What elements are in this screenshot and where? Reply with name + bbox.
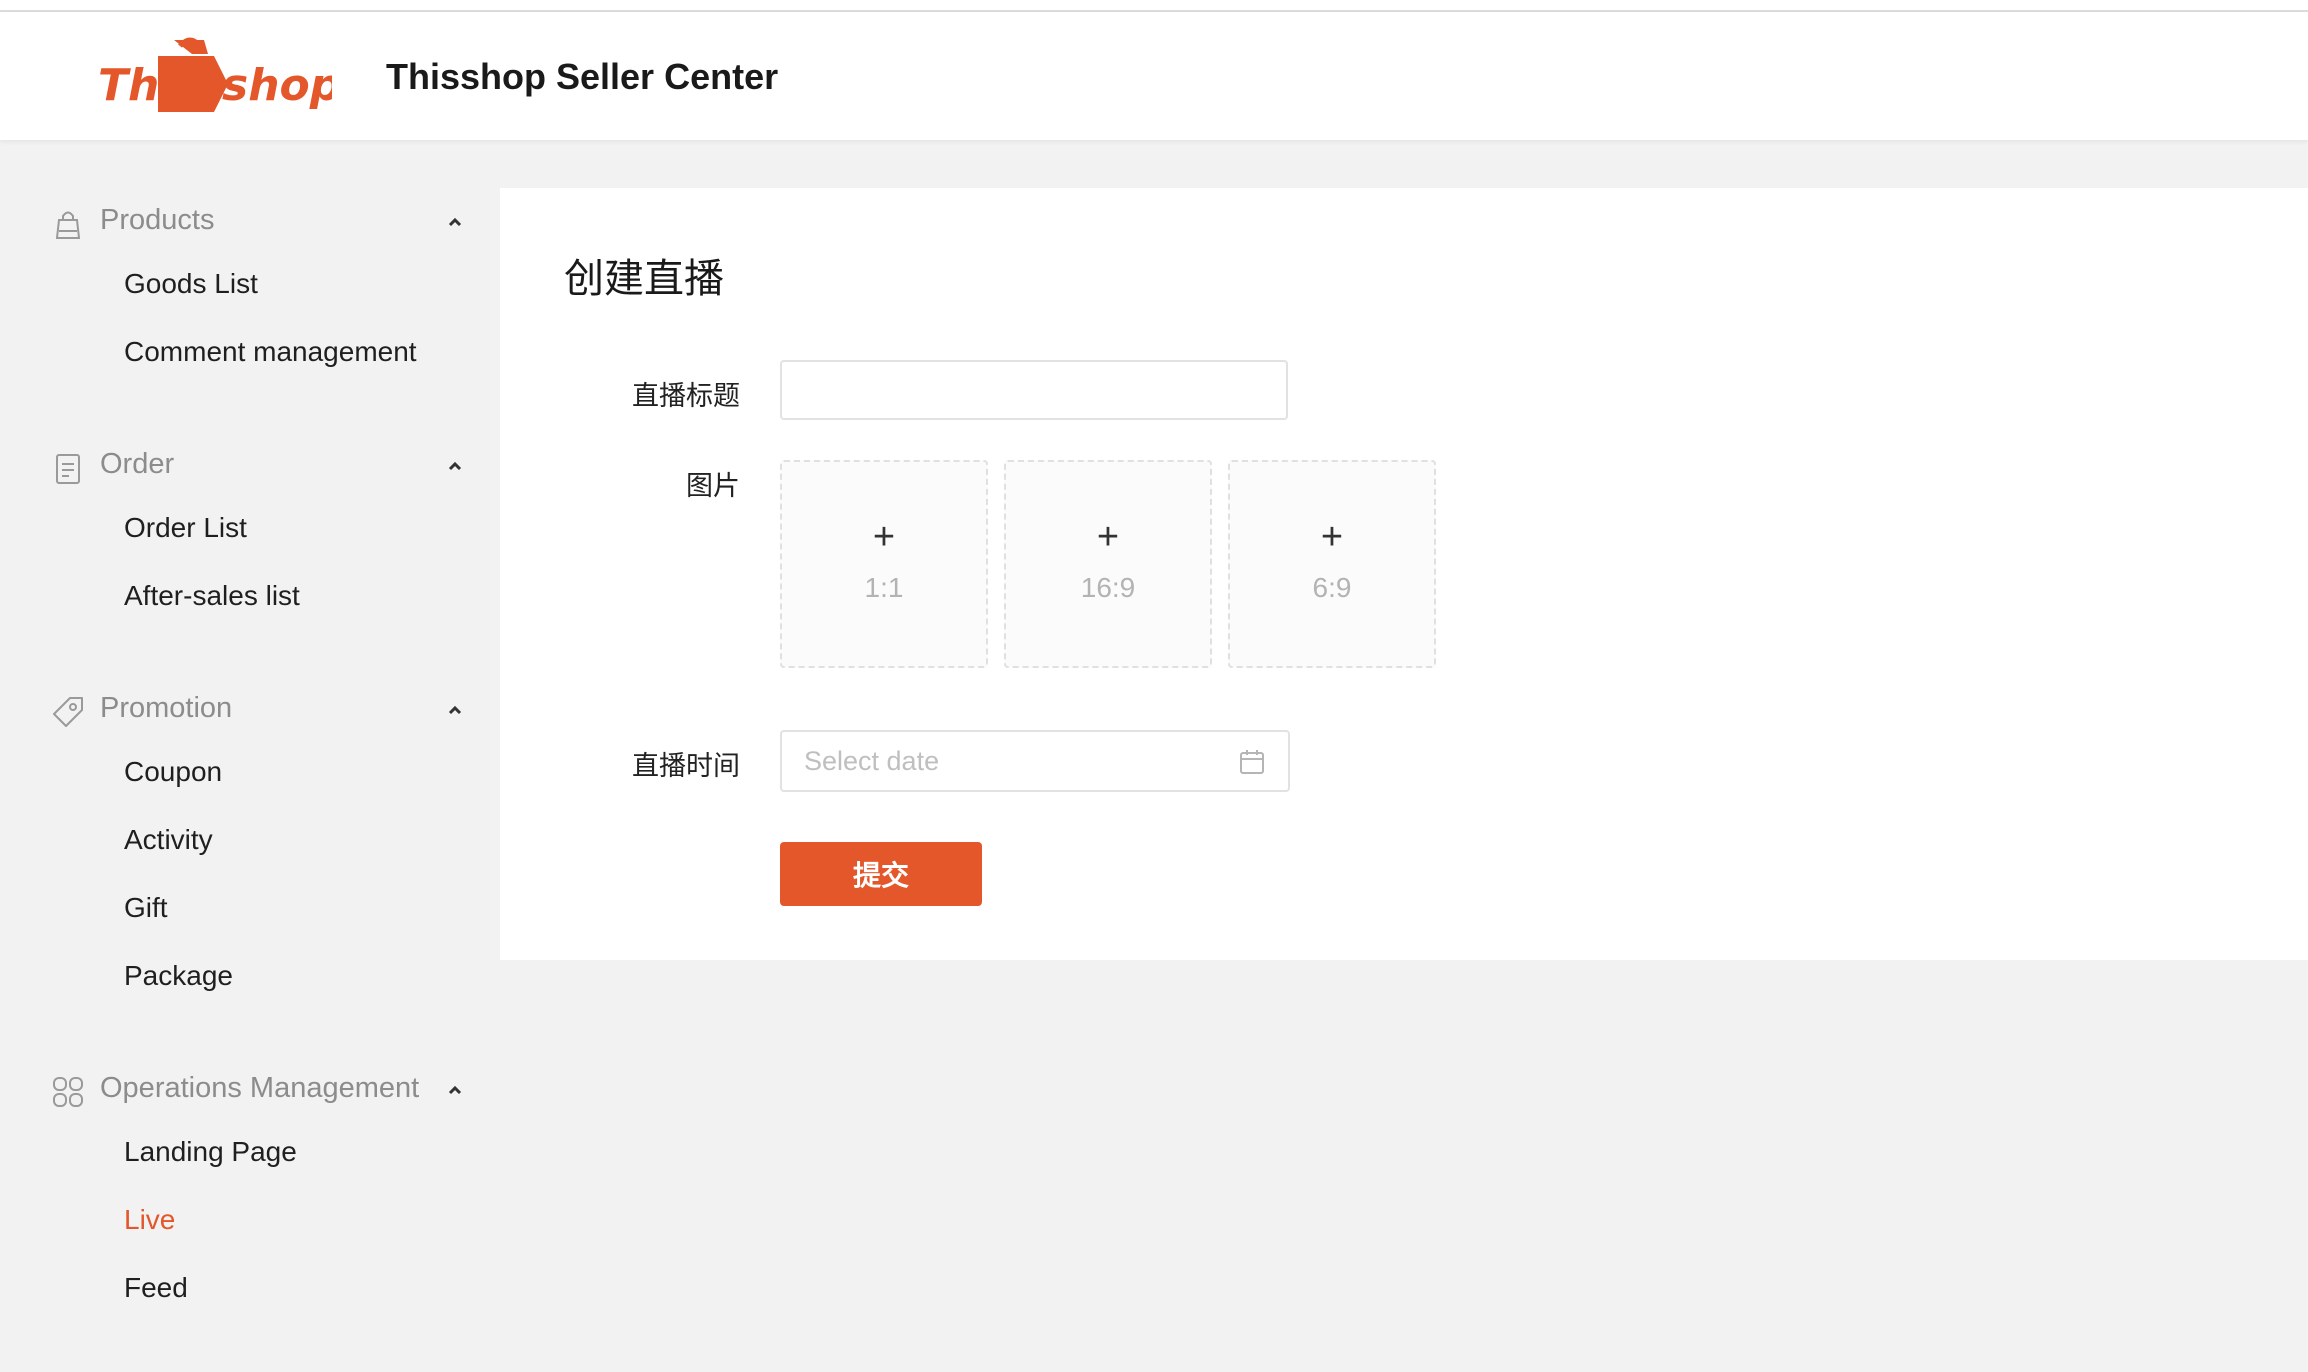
clipboard-icon bbox=[56, 454, 80, 484]
sidebar-item-activity[interactable]: Activity bbox=[124, 824, 213, 856]
live-time-label: 直播时间 bbox=[632, 751, 740, 781]
live-title-input[interactable] bbox=[780, 360, 1288, 420]
chevron-up-icon bbox=[448, 705, 462, 715]
upload-ratio-label: 16:9 bbox=[1080, 572, 1136, 603]
thisshop-logo[interactable]: This shop bbox=[96, 34, 332, 120]
create-live-panel: 创建直播 直播标题 图片 + 1:1 + 16:9 + 6:9 直播时间 Sel… bbox=[500, 188, 2308, 960]
app-header: This shop Thisshop Seller Center bbox=[0, 12, 2308, 140]
sidebar-group-products[interactable]: Products bbox=[50, 198, 470, 246]
tag-icon bbox=[53, 697, 83, 727]
live-title-label: 直播标题 bbox=[632, 381, 740, 411]
sidebar-group-promotion[interactable]: Promotion bbox=[50, 686, 470, 734]
sidebar-group-label: Products bbox=[100, 204, 215, 236]
date-placeholder: Select date bbox=[804, 746, 940, 776]
live-date-picker[interactable]: Select date bbox=[780, 730, 1290, 792]
sidebar-group-order[interactable]: Order bbox=[50, 442, 470, 490]
submit-button[interactable]: 提交 bbox=[780, 842, 982, 906]
plus-icon: + bbox=[1096, 516, 1120, 558]
bag-icon bbox=[55, 211, 81, 239]
sidebar-item-landing-page[interactable]: Landing Page bbox=[124, 1136, 297, 1168]
upload-ratio-label: 6:9 bbox=[1312, 572, 1352, 603]
header-title: Thisshop Seller Center bbox=[386, 56, 779, 97]
chevron-up-icon bbox=[448, 461, 462, 471]
sidebar-item-comment-management[interactable]: Comment management bbox=[124, 336, 417, 368]
plus-icon: + bbox=[1320, 516, 1344, 558]
image-upload-6-9[interactable]: + 6:9 bbox=[1228, 460, 1436, 668]
page-title: 创建直播 bbox=[564, 257, 724, 301]
calendar-icon bbox=[1240, 750, 1264, 774]
chevron-up-icon bbox=[448, 1085, 462, 1095]
image-upload-1-1[interactable]: + 1:1 bbox=[780, 460, 988, 668]
sidebar-item-after-sales-list[interactable]: After-sales list bbox=[124, 580, 300, 612]
sidebar-item-package[interactable]: Package bbox=[124, 960, 233, 992]
image-label: 图片 bbox=[686, 471, 740, 501]
top-border bbox=[0, 0, 2308, 12]
svg-text:This: This bbox=[98, 60, 201, 111]
sidebar-item-gift[interactable]: Gift bbox=[124, 892, 168, 924]
sidebar-group-label: Order bbox=[100, 448, 175, 480]
sidebar-group-operations-management[interactable]: Operations Management bbox=[50, 1066, 470, 1114]
chevron-up-icon bbox=[448, 217, 462, 227]
upload-ratio-label: 1:1 bbox=[864, 572, 904, 603]
sidebar-group-label: Promotion bbox=[100, 692, 233, 724]
sidebar-item-order-list[interactable]: Order List bbox=[124, 512, 247, 544]
sidebar-item-goods-list[interactable]: Goods List bbox=[124, 268, 258, 300]
sidebar-item-live[interactable]: Live bbox=[124, 1204, 175, 1236]
sidebar-group-label: Operations Management bbox=[100, 1072, 420, 1104]
sidebar-nav: Products Goods List Comment management O… bbox=[0, 140, 500, 1372]
sidebar-item-feed[interactable]: Feed bbox=[124, 1272, 188, 1304]
command-icon bbox=[53, 1077, 83, 1107]
image-upload-16-9[interactable]: + 16:9 bbox=[1004, 460, 1212, 668]
plus-icon: + bbox=[872, 516, 896, 558]
sidebar-item-coupon[interactable]: Coupon bbox=[124, 756, 222, 788]
svg-text:shop: shop bbox=[222, 60, 332, 111]
